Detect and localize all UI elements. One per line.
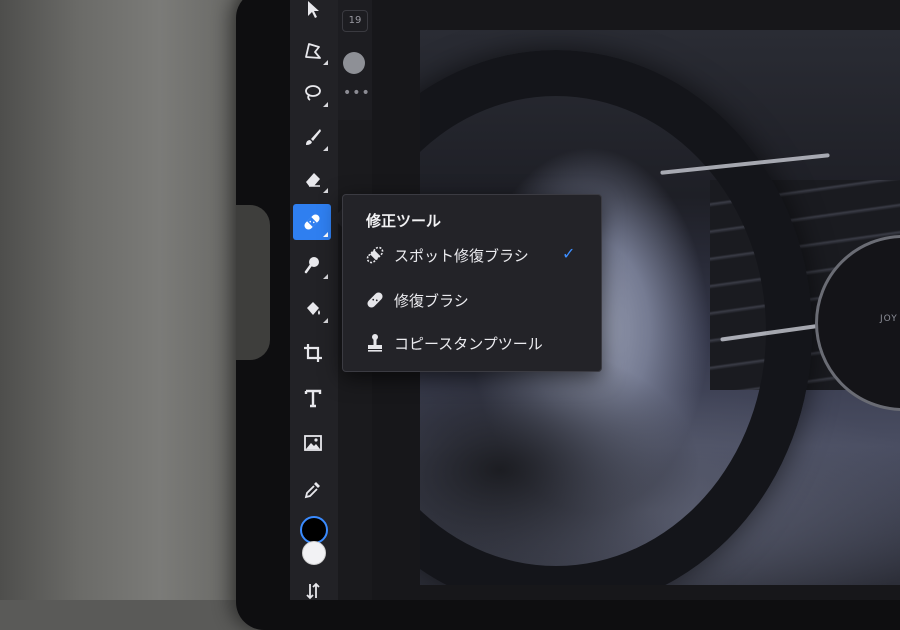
brush-tool-button[interactable] [295,120,331,154]
clone-stamp-icon [364,332,386,354]
healing-tool-button[interactable] [293,204,331,240]
tablet-notch [236,205,270,360]
photo-brand-text: JOY [880,314,898,324]
eyedropper-tool-button[interactable] [295,472,331,506]
eyedropper-icon [303,479,323,499]
more-options-button[interactable]: ••• [343,86,370,102]
foreground-color-swatch[interactable] [300,516,328,544]
menu-item-healing-brush[interactable]: 修復ブラシ [344,283,598,317]
background-color-swatch[interactable] [302,541,326,565]
lasso-tool-button[interactable] [295,76,331,110]
submenu-indicator [323,188,328,193]
bandage-icon [302,212,322,232]
swap-arrows-icon [303,581,323,601]
type-tool-button[interactable] [295,381,331,415]
spot-healing-icon [364,244,386,266]
menu-item-label: スポット修復ブラシ [394,247,529,265]
submenu-indicator [323,232,328,237]
fill-tool-button[interactable] [295,292,331,326]
submenu-indicator [323,318,328,323]
eraser-icon [303,169,323,189]
polygon-select-tool-button[interactable] [295,34,331,68]
move-tool-button[interactable] [295,0,331,26]
brush-icon [303,127,323,147]
polygon-lasso-icon [303,41,323,61]
healing-brush-icon [364,289,386,311]
menu-item-spot-healing-brush[interactable]: スポット修復ブラシ ✓ [344,238,598,272]
paint-bucket-icon [303,299,323,319]
submenu-indicator [323,274,328,279]
popup-title: 修正ツール [366,212,442,230]
crop-icon [303,343,323,363]
brush-preview[interactable] [343,52,365,74]
image-icon [303,433,323,453]
place-image-tool-button[interactable] [295,426,331,460]
menu-item-clone-stamp[interactable]: コピースタンプツール [344,326,598,360]
submenu-indicator [323,60,328,65]
checkmark-icon: ✓ [562,244,576,263]
magnifier-icon [303,255,323,275]
submenu-indicator [323,102,328,107]
menu-item-label: コピースタンプツール [394,335,543,353]
type-icon [303,388,323,408]
arrow-pointer-icon [303,0,323,19]
eraser-tool-button[interactable] [295,162,331,196]
submenu-indicator [323,146,328,151]
swap-colors-button[interactable] [295,574,331,608]
menu-item-label: 修復ブラシ [394,292,469,310]
lasso-icon [303,83,323,103]
brush-size-value[interactable]: 19 [342,10,368,32]
clone-tool-button[interactable] [295,248,331,282]
crop-tool-button[interactable] [295,336,331,370]
